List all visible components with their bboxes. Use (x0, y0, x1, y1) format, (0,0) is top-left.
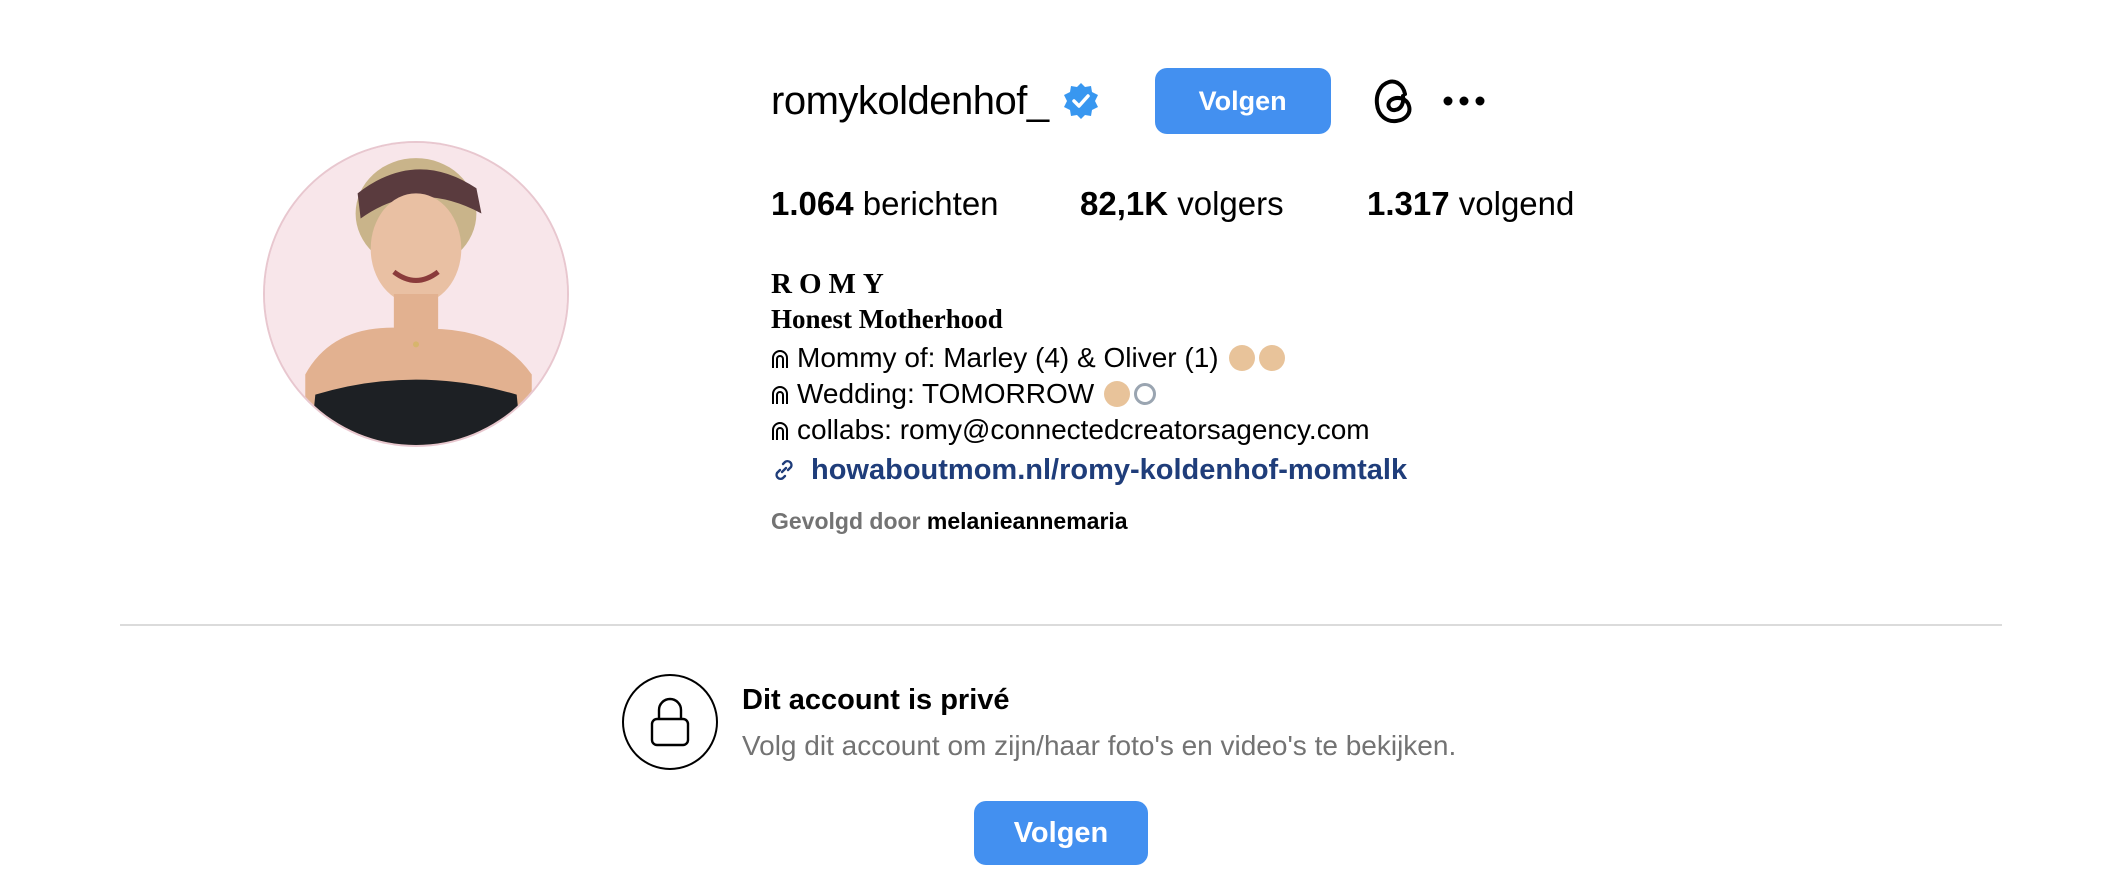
bio-tagline-text: Honest Motherhood (771, 304, 1003, 334)
bride-emoji-icon (1104, 381, 1131, 407)
bio-tagline: Honest Motherhood (771, 304, 1407, 340)
more-options-icon[interactable] (1441, 94, 1487, 108)
posts-count: 1.064 (771, 185, 854, 222)
bio-link[interactable]: howaboutmom.nl/romy-koldenhof-momtalk (771, 450, 1407, 490)
followed-by-label: Gevolgd door (771, 508, 921, 534)
arch-bullet-icon (772, 386, 788, 404)
link-icon (775, 459, 793, 481)
followed-by-user[interactable]: melanieannemaria (927, 508, 1128, 534)
follow-button[interactable]: Volgen (1154, 68, 1331, 134)
followers-label: volgers (1177, 185, 1284, 222)
following-count: 1.317 (1367, 185, 1450, 222)
bio-display-name: ROMY (771, 268, 891, 300)
followers-stat[interactable]: 82,1K volgers (1080, 185, 1284, 223)
username: romykoldenhof_ (771, 78, 1049, 123)
bio-line-collabs: collabs: romy@connectedcreatorsagency.co… (771, 412, 1407, 448)
lock-badge (622, 674, 718, 770)
bio-line-collabs-text: collabs: romy@connectedcreatorsagency.co… (797, 414, 1370, 445)
follow-button-bottom[interactable]: Volgen (974, 801, 1148, 865)
bio-line-wedding-text: Wedding: TOMORROW (797, 378, 1095, 409)
child-emoji-icon (1228, 345, 1255, 371)
posts-label: berichten (862, 185, 999, 222)
arch-bullet-icon (772, 422, 788, 440)
avatar-image (265, 143, 567, 445)
profile-avatar[interactable] (265, 143, 567, 445)
bio-line-kids: Mommy of: Marley (4) & Oliver (1) (771, 340, 1407, 376)
followers-count: 82,1K (1080, 185, 1169, 222)
profile-bio: ROMY Honest Motherhood Mommy of: Marley … (771, 268, 1407, 535)
profile-header: romykoldenhof_ Volgen (771, 66, 1487, 136)
private-account-title: Dit account is privé (742, 684, 1010, 716)
following-stat[interactable]: 1.317 volgend (1367, 185, 1574, 223)
posts-stat: 1.064 berichten (771, 185, 999, 223)
bio-link-text[interactable]: howaboutmom.nl/romy-koldenhof-momtalk (811, 454, 1407, 487)
section-divider (120, 624, 2002, 626)
followed-by: Gevolgd door melanieannemaria (771, 508, 1407, 535)
verified-badge-icon (1063, 83, 1098, 119)
bio-line-kids-text: Mommy of: Marley (4) & Oliver (1) (797, 342, 1219, 373)
bio-line-wedding: Wedding: TOMORROW (771, 376, 1407, 412)
lock-icon (650, 697, 690, 747)
baby-emoji-icon (1258, 345, 1285, 371)
private-account-subtitle: Volg dit account om zijn/haar foto's en … (742, 730, 1457, 761)
arch-bullet-icon (772, 350, 788, 368)
following-label: volgend (1458, 185, 1575, 222)
ring-emoji-icon (1134, 383, 1157, 405)
threads-icon[interactable] (1371, 76, 1417, 126)
